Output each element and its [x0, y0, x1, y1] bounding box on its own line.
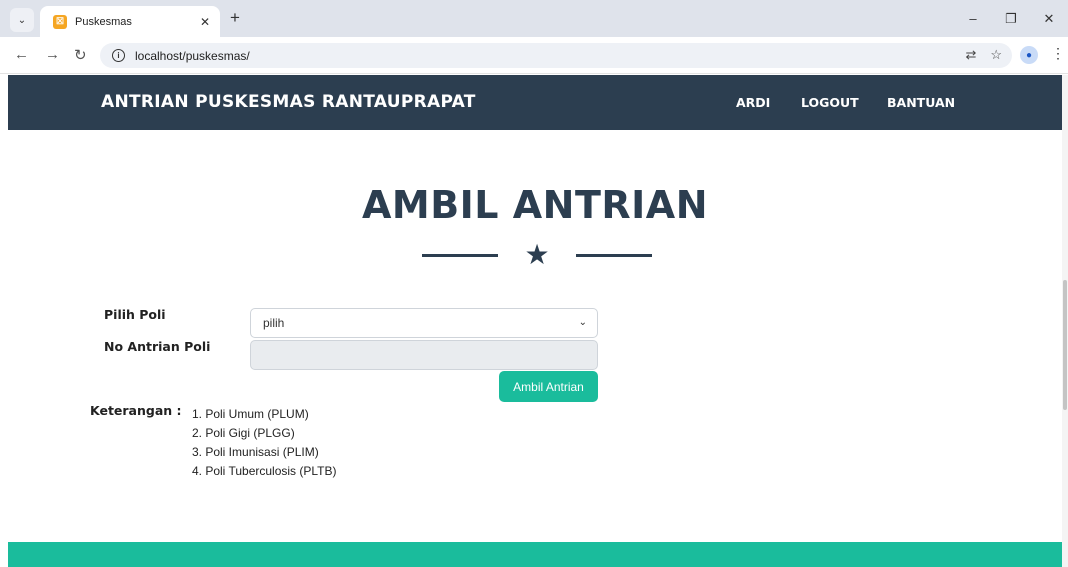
poli-select-value: pilih — [263, 316, 285, 330]
list-item: 3. Poli Imunisasi (PLIM) — [192, 445, 319, 459]
poli-select[interactable]: pilih ⌄ — [250, 308, 598, 338]
profile-icon[interactable]: ● — [1020, 46, 1038, 64]
chevron-down-icon: ⌄ — [578, 317, 587, 328]
star-icon: ★ — [524, 239, 550, 270]
window-close-icon[interactable]: ✕ — [1030, 11, 1068, 27]
plus-icon[interactable]: + — [230, 8, 240, 28]
translate-icon[interactable]: ⇄ — [965, 47, 976, 63]
antrian-label: No Antrian Poli — [104, 339, 211, 354]
window-controls: – ❐ ✕ — [954, 0, 1068, 37]
browser-toolbar: ← → ↻ i localhost/puskesmas/ ⇄ ☆ ● ⋮ — [0, 37, 1068, 74]
tab-search-icon[interactable]: ⌄ — [10, 8, 34, 32]
address-bar[interactable]: i localhost/puskesmas/ ⇄ ☆ — [100, 43, 1012, 68]
site-navbar: ANTRIAN PUSKESMAS RANTAUPRAPAT ARDI LOGO… — [8, 75, 1062, 130]
tab-title: Puskesmas — [75, 15, 132, 28]
site-brand[interactable]: ANTRIAN PUSKESMAS RANTAUPRAPAT — [101, 92, 476, 112]
restore-icon[interactable]: ❐ — [992, 11, 1030, 27]
ambil-antrian-button[interactable]: Ambil Antrian — [499, 371, 598, 402]
back-icon[interactable]: ← — [14, 46, 29, 63]
page-title: AMBIL ANTRIAN — [361, 183, 708, 227]
page-viewport: ANTRIAN PUSKESMAS RANTAUPRAPAT ARDI LOGO… — [8, 75, 1062, 567]
nav-link-user[interactable]: ARDI — [736, 95, 770, 110]
antrian-number-field — [250, 340, 598, 370]
keterangan-label: Keterangan : — [90, 403, 182, 418]
list-item: 4. Poli Tuberculosis (PLTB) — [192, 464, 337, 478]
favicon-icon: ☒ — [53, 14, 67, 29]
scrollbar-thumb[interactable] — [1063, 280, 1067, 410]
star-icon[interactable]: ☆ — [990, 47, 1002, 63]
footer-band — [8, 542, 1062, 567]
info-icon[interactable]: i — [112, 49, 125, 62]
star-divider: ★ — [422, 239, 652, 271]
nav-link-bantuan[interactable]: BANTUAN — [887, 95, 955, 110]
page-scrollbar[interactable] — [1062, 75, 1068, 567]
reload-icon[interactable]: ↻ — [74, 46, 87, 64]
list-item: 1. Poli Umum (PLUM) — [192, 407, 309, 421]
browser-tab[interactable]: ☒ Puskesmas ✕ — [40, 6, 220, 37]
kebab-menu-icon[interactable]: ⋮ — [1051, 45, 1065, 62]
poli-label: Pilih Poli — [104, 307, 166, 322]
nav-link-logout[interactable]: LOGOUT — [801, 95, 859, 110]
list-item: 2. Poli Gigi (PLGG) — [192, 426, 295, 440]
close-icon[interactable]: ✕ — [200, 15, 210, 29]
divider-line-left — [422, 254, 498, 257]
url-text[interactable]: localhost/puskesmas/ — [135, 49, 250, 63]
browser-tab-strip: ⌄ ☒ Puskesmas ✕ + – ❐ ✕ — [0, 0, 1068, 37]
keterangan-list: 1. Poli Umum (PLUM) 2. Poli Gigi (PLGG) … — [192, 405, 337, 481]
forward-icon[interactable]: → — [45, 46, 60, 63]
minimize-icon[interactable]: – — [954, 11, 992, 26]
divider-line-right — [576, 254, 652, 257]
